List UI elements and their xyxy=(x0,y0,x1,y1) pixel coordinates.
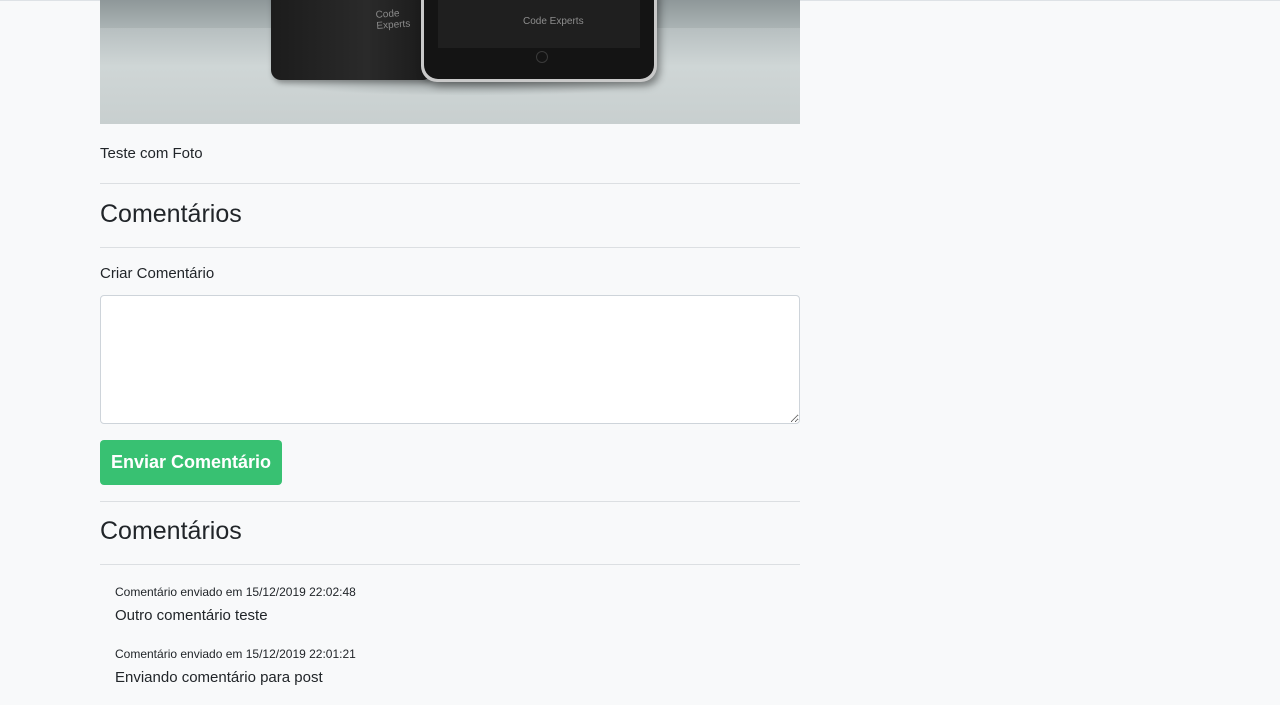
divider xyxy=(100,564,800,565)
submit-comment-button[interactable]: Enviar Comentário xyxy=(100,440,282,485)
device-back: Code Experts xyxy=(271,0,431,80)
divider xyxy=(100,247,800,248)
comment-body: Enviando comentário para post xyxy=(115,669,323,686)
post-container: Code Experts Code Experts xyxy=(100,0,800,124)
post-content: Teste com Foto xyxy=(100,145,203,162)
comments-list-heading: Comentários xyxy=(100,517,242,545)
post-image: Code Experts Code Experts xyxy=(100,0,800,124)
device-bezel: Code Experts xyxy=(424,0,654,79)
device-front: Code Experts xyxy=(421,0,657,82)
divider xyxy=(100,183,800,184)
list-item: Comentário enviado em 15/12/2019 22:02:4… xyxy=(115,585,356,624)
comments-heading: Comentários xyxy=(100,200,242,228)
comment-form-label: Criar Comentário xyxy=(100,265,215,282)
divider xyxy=(100,501,800,502)
comment-textarea[interactable] xyxy=(100,295,800,424)
comment-meta: Comentário enviado em 15/12/2019 22:02:4… xyxy=(115,585,356,599)
device-front-brand: Code Experts xyxy=(523,16,584,27)
list-item: Comentário enviado em 15/12/2019 22:01:2… xyxy=(115,647,356,686)
comment-body: Outro comentário teste xyxy=(115,607,268,624)
comment-meta: Comentário enviado em 15/12/2019 22:01:2… xyxy=(115,647,356,661)
device-home-button xyxy=(536,51,548,63)
